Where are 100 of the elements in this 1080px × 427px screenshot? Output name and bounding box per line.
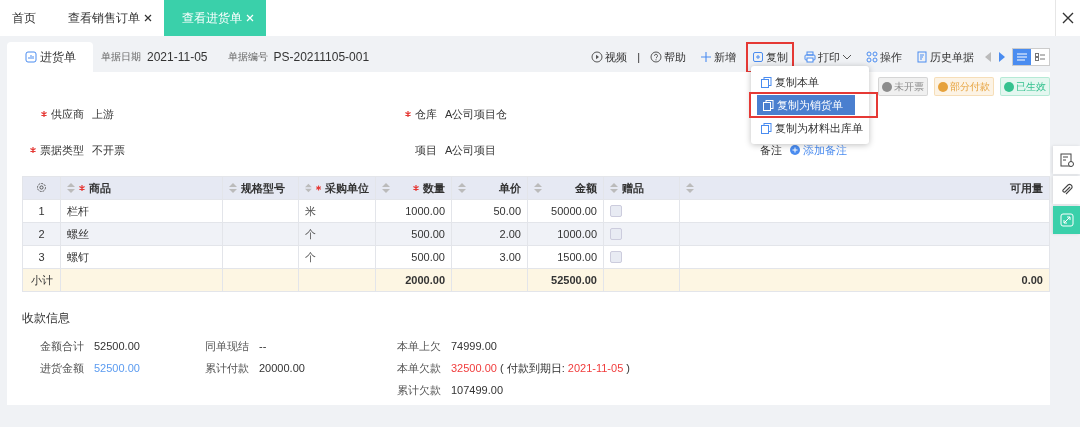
toolbar-button[interactable]: 打印 xyxy=(800,45,856,69)
field-label: 票据类型 xyxy=(40,142,84,158)
checkbox[interactable] xyxy=(610,205,622,217)
sort-icon xyxy=(534,183,542,193)
sort-icon xyxy=(305,183,312,193)
document-icon xyxy=(916,51,928,63)
toolbar-button[interactable]: 历史单据 xyxy=(912,45,978,69)
field-label: 累计欠款 xyxy=(397,382,441,398)
field-value: A公司项目 xyxy=(445,142,497,158)
toolbar-button[interactable]: 新增 xyxy=(696,45,740,69)
tab-label: 进货单 xyxy=(39,48,76,66)
table-cell: 3.00 xyxy=(451,245,528,269)
checkbox[interactable] xyxy=(610,251,622,263)
table-cell: 50.00 xyxy=(451,199,528,223)
sort-icon xyxy=(67,183,75,193)
next-icon[interactable] xyxy=(998,52,1006,62)
field-value: 74999.00 xyxy=(451,340,497,352)
sort-icon xyxy=(686,183,694,193)
side-tool-button[interactable] xyxy=(1053,176,1080,204)
printer-icon xyxy=(804,51,816,63)
toolbar-button[interactable]: 帮助 xyxy=(646,45,690,69)
copy-icon xyxy=(763,99,774,111)
toolbar-button[interactable]: 视频 xyxy=(587,45,632,69)
tab[interactable]: 首页 xyxy=(0,0,48,36)
menu-item[interactable]: 复制为销货单 xyxy=(757,95,855,115)
settings-icon[interactable] xyxy=(36,181,47,193)
view-toggle[interactable] xyxy=(1013,49,1031,65)
column-label: 赠品 xyxy=(622,180,644,196)
field-value: 52500.00 xyxy=(94,362,140,374)
column-label: 数量 xyxy=(423,180,445,196)
help-icon xyxy=(650,51,662,63)
field-label: 单据日期 xyxy=(101,50,141,64)
subtotal-label: 小计 xyxy=(22,268,61,292)
field-value: 52500.00 xyxy=(94,340,140,352)
sort-icon xyxy=(382,183,390,193)
tab[interactable]: 查看销售订单 xyxy=(48,0,164,36)
field-value: -- xyxy=(259,340,267,352)
column-header[interactable]: 可用量 xyxy=(679,176,1050,200)
paperclip-icon xyxy=(1059,183,1074,197)
table-cell: 个 xyxy=(298,245,376,269)
side-tool-button[interactable] xyxy=(1053,146,1080,174)
grid-icon xyxy=(866,51,878,63)
add-note-link[interactable]: 添加备注 xyxy=(790,142,847,158)
toolbar-button[interactable]: 操作 xyxy=(862,45,906,69)
detail-list-icon xyxy=(1035,53,1045,61)
sort-icon xyxy=(458,183,466,193)
document-tab[interactable]: 进货单 xyxy=(7,42,93,72)
column-header[interactable]: 数量 xyxy=(375,176,452,200)
list-icon xyxy=(1017,53,1027,61)
subtotal-cell: 0.00 xyxy=(679,268,1050,292)
field-label: 本单欠款 xyxy=(397,360,441,376)
field-label: 金额合计 xyxy=(40,338,84,354)
table-cell: 螺钉 xyxy=(60,245,223,269)
chart-icon xyxy=(24,51,37,63)
required-icon xyxy=(79,185,85,191)
row-number: 3 xyxy=(22,245,61,269)
row-number: 2 xyxy=(22,222,61,246)
column-label: 商品 xyxy=(89,180,111,196)
field-value: 不开票 xyxy=(92,142,125,158)
field-value: 上游 xyxy=(92,106,114,122)
field-label: 供应商 xyxy=(51,106,84,122)
column-header[interactable]: 赠品 xyxy=(603,176,680,200)
column-header[interactable]: 金额 xyxy=(527,176,604,200)
sort-icon xyxy=(229,183,237,193)
menu-item[interactable]: 复制为材料出库单 xyxy=(751,118,869,138)
field-label: 备注 xyxy=(760,142,782,158)
field-label: 同单现结 xyxy=(205,338,249,354)
checkbox[interactable] xyxy=(610,228,622,240)
field-label: 累计付款 xyxy=(205,360,249,376)
column-header[interactable]: 采购单位 xyxy=(298,176,376,200)
column-label: 可用量 xyxy=(1010,180,1043,196)
field-label: 单据编号 xyxy=(227,50,268,64)
view-toggle[interactable] xyxy=(1031,49,1049,65)
field-label: 仓库 xyxy=(415,106,437,122)
column-label: 采购单位 xyxy=(325,180,369,196)
field-value: 32500.00 ( 付款到期日: 2021-11-05 ) xyxy=(451,360,630,376)
field-value: 20000.00 xyxy=(259,362,305,374)
field-value: 2021-11-05 xyxy=(147,50,208,64)
table-cell: 50000.00 xyxy=(527,199,604,223)
close-icon xyxy=(144,14,152,22)
field-value: PS-20211105-001 xyxy=(273,50,370,64)
caret-icon xyxy=(842,53,852,61)
column-header[interactable]: 单价 xyxy=(451,176,528,200)
previous-icon[interactable] xyxy=(984,52,992,62)
menu-item[interactable]: 复制本单 xyxy=(751,72,869,92)
table-cell: 米 xyxy=(298,199,376,223)
copy-icon xyxy=(752,51,764,63)
required-icon xyxy=(315,185,321,191)
close-icon xyxy=(1062,12,1074,24)
column-header[interactable]: 规格型号 xyxy=(222,176,299,200)
table-cell: 栏杆 xyxy=(60,199,223,223)
field-value: 107499.00 xyxy=(451,384,503,396)
column-header[interactable]: 商品 xyxy=(60,176,223,200)
expand-icon xyxy=(1059,213,1074,227)
copy-icon xyxy=(761,122,772,134)
column-label: 规格型号 xyxy=(241,180,285,196)
plus-icon xyxy=(700,51,712,63)
play-icon xyxy=(591,51,604,63)
copy-icon xyxy=(761,76,772,88)
section-title: 收款信息 xyxy=(22,310,71,327)
